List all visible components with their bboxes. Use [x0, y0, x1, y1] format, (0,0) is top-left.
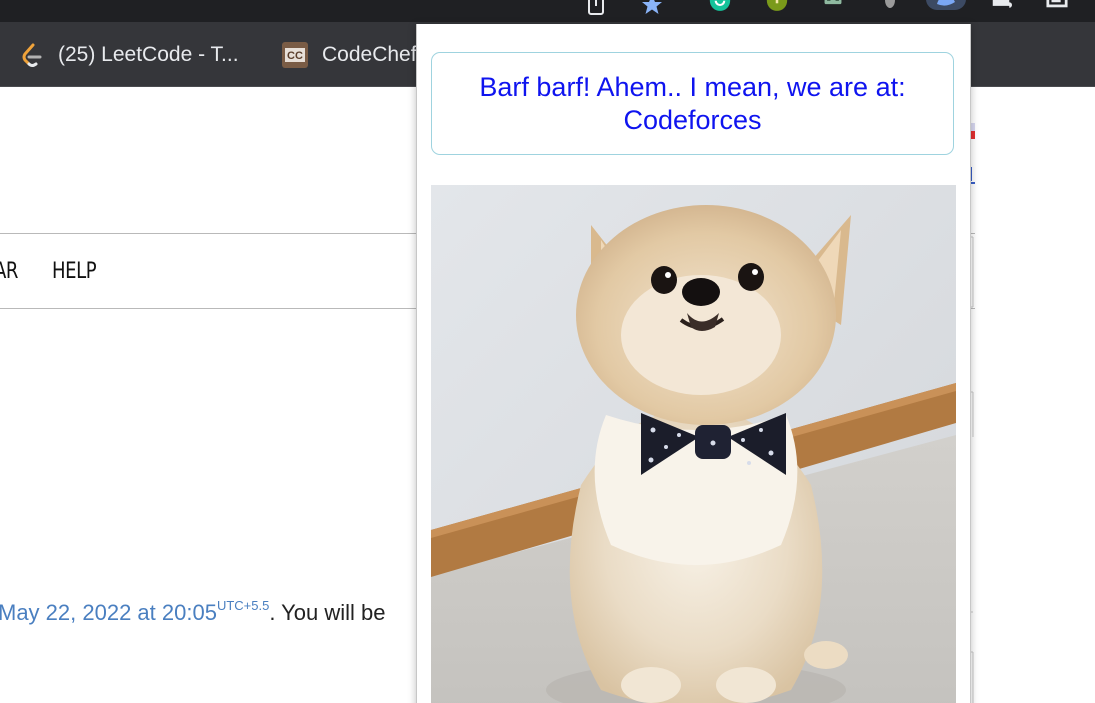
- toolbar-icons: [0, 0, 1095, 22]
- site-message-text: Barf barf! Ahem.. I mean, we are at: Cod…: [479, 71, 906, 135]
- timezone-label: UTC+5.5: [216, 598, 270, 613]
- codechef-icon: CC: [282, 42, 308, 68]
- contest-start-text: May 22, 2022 at 20:05UTC+5.5. You will b…: [0, 598, 386, 626]
- extension-grey-icon[interactable]: [879, 0, 901, 16]
- bookmark-star-icon[interactable]: [641, 0, 663, 16]
- bookmark-label: (25) LeetCode - T...: [58, 43, 239, 66]
- bookmark-codechef[interactable]: CC CodeChef: [282, 42, 417, 68]
- nav-item-help[interactable]: HELP: [52, 259, 97, 284]
- share-icon[interactable]: [585, 0, 607, 16]
- dog-extension-icon[interactable]: [926, 0, 966, 16]
- extension-green-icon[interactable]: [766, 0, 788, 16]
- contest-tail-text: . You will be: [269, 600, 386, 625]
- grammarly-icon[interactable]: [709, 0, 731, 16]
- nav-item-calendar[interactable]: AR: [0, 259, 18, 284]
- bookmark-label: CodeChef: [322, 43, 417, 66]
- contest-date-link[interactable]: May 22, 2022 at 20:05: [0, 600, 217, 625]
- dog-photo: [431, 185, 956, 703]
- svg-text:CC: CC: [287, 50, 303, 62]
- site-message-banner: Barf barf! Ahem.. I mean, we are at: Cod…: [431, 52, 954, 155]
- extension-robot-icon[interactable]: [822, 0, 844, 16]
- extension-popup: Barf barf! Ahem.. I mean, we are at: Cod…: [416, 24, 971, 703]
- browser-window: (25) LeetCode - T... CC CodeChef AR HELP…: [0, 0, 1095, 703]
- extensions-puzzle-icon[interactable]: [990, 0, 1012, 16]
- bookmark-leetcode[interactable]: (25) LeetCode - T...: [18, 42, 239, 68]
- profile-window-icon[interactable]: [1046, 0, 1068, 16]
- leetcode-icon: [18, 42, 44, 68]
